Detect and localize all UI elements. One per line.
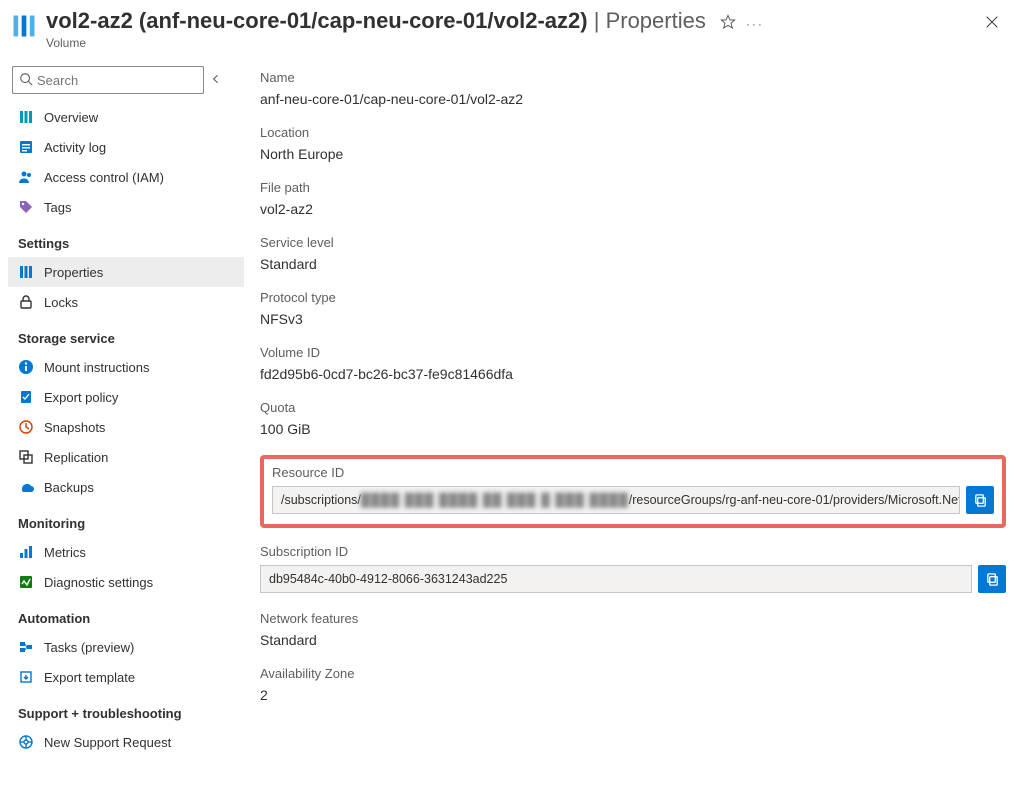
bars-icon (18, 264, 34, 280)
sidebar-group-support-troubleshooting: Support + troubleshooting (8, 692, 244, 727)
bars-icon (18, 109, 34, 125)
sidebar-item-label: Access control (IAM) (44, 170, 164, 185)
sidebar-item-label: Diagnostic settings (44, 575, 153, 590)
property-availability-zone: Availability Zone 2 (260, 666, 1006, 703)
people-icon (18, 169, 34, 185)
tasks-icon (18, 639, 34, 655)
sidebar-item-metrics[interactable]: Metrics (8, 537, 244, 567)
export-icon (18, 669, 34, 685)
volume-icon (10, 12, 38, 40)
sidebar-item-tasks-preview-[interactable]: Tasks (preview) (8, 632, 244, 662)
sidebar-item-export-template[interactable]: Export template (8, 662, 244, 692)
log-icon (18, 139, 34, 155)
sidebar-item-label: Overview (44, 110, 98, 125)
tag-icon (18, 199, 34, 215)
backup-icon (18, 479, 34, 495)
sidebar-item-label: Backups (44, 480, 94, 495)
search-box[interactable] (12, 66, 204, 94)
page-title: vol2-az2 (anf-neu-core-01/cap-neu-core-0… (46, 8, 706, 34)
copy-subscription-id-button[interactable] (978, 565, 1006, 593)
property-volume-id: Volume ID fd2d95b6-0cd7-bc26-bc37-fe9c81… (260, 345, 1006, 382)
search-input[interactable] (37, 73, 197, 88)
sidebar-group-storage-service: Storage service (8, 317, 244, 352)
sidebar-item-backups[interactable]: Backups (8, 472, 244, 502)
sidebar-item-export-policy[interactable]: Export policy (8, 382, 244, 412)
property-file-path: File path vol2-az2 (260, 180, 1006, 217)
sidebar-item-snapshots[interactable]: Snapshots (8, 412, 244, 442)
sidebar-item-overview[interactable]: Overview (8, 102, 244, 132)
resource-id-highlight: Resource ID /subscriptions/████ ███ ████… (260, 455, 1006, 528)
resource-id-field[interactable]: /subscriptions/████ ███ ████ ██ ███ █ ██… (272, 486, 960, 514)
property-protocol-type: Protocol type NFSv3 (260, 290, 1006, 327)
info-icon (18, 359, 34, 375)
support-icon (18, 734, 34, 750)
more-button[interactable]: ··· (746, 17, 764, 31)
property-quota: Quota 100 GiB (260, 400, 1006, 437)
policy-icon (18, 389, 34, 405)
sidebar-group-automation: Automation (8, 597, 244, 632)
sidebar-item-properties[interactable]: Properties (8, 257, 244, 287)
property-service-level: Service level Standard (260, 235, 1006, 272)
sidebar-item-label: Snapshots (44, 420, 105, 435)
property-network-features: Network features Standard (260, 611, 1006, 648)
property-subscription-id: Subscription ID db95484c-40b0-4912-8066-… (260, 544, 1006, 593)
sidebar-item-mount-instructions[interactable]: Mount instructions (8, 352, 244, 382)
replication-icon (18, 449, 34, 465)
sidebar-item-label: Replication (44, 450, 108, 465)
subscription-id-field[interactable]: db95484c-40b0-4912-8066-3631243ad225 (260, 565, 972, 593)
sidebar-item-replication[interactable]: Replication (8, 442, 244, 472)
sidebar-item-label: Tasks (preview) (44, 640, 134, 655)
sidebar-item-locks[interactable]: Locks (8, 287, 244, 317)
sidebar-item-activity-log[interactable]: Activity log (8, 132, 244, 162)
property-name: Name anf-neu-core-01/cap-neu-core-01/vol… (260, 70, 1006, 107)
sidebar-item-label: Export template (44, 670, 135, 685)
close-button[interactable] (984, 18, 1000, 33)
resource-id-label: Resource ID (272, 465, 994, 480)
property-location: Location North Europe (260, 125, 1006, 162)
metrics-icon (18, 544, 34, 560)
sidebar-item-label: Activity log (44, 140, 106, 155)
copy-resource-id-button[interactable] (966, 486, 994, 514)
sidebar-item-label: Export policy (44, 390, 118, 405)
properties-panel: Name anf-neu-core-01/cap-neu-core-01/vol… (244, 58, 1016, 801)
sidebar-item-new-support-request[interactable]: New Support Request (8, 727, 244, 757)
resource-type: Volume (46, 36, 706, 50)
resource-name: vol2-az2 (anf-neu-core-01/cap-neu-core-0… (46, 8, 588, 33)
snapshot-icon (18, 419, 34, 435)
sidebar-item-label: Properties (44, 265, 103, 280)
sidebar-group-settings: Settings (8, 222, 244, 257)
favorite-button[interactable] (720, 14, 736, 33)
lock-icon (18, 294, 34, 310)
sidebar-item-diagnostic-settings[interactable]: Diagnostic settings (8, 567, 244, 597)
blade-header: vol2-az2 (anf-neu-core-01/cap-neu-core-0… (8, 4, 1016, 58)
sidebar-item-label: New Support Request (44, 735, 171, 750)
collapse-sidebar-button[interactable] (210, 73, 222, 88)
sidebar-item-access-control-iam-[interactable]: Access control (IAM) (8, 162, 244, 192)
search-icon (19, 72, 37, 89)
sidebar-item-label: Tags (44, 200, 71, 215)
sidebar-item-tags[interactable]: Tags (8, 192, 244, 222)
sidebar-item-label: Mount instructions (44, 360, 150, 375)
sidebar-item-label: Metrics (44, 545, 86, 560)
sidebar-item-label: Locks (44, 295, 78, 310)
sidebar: Overview Activity log Access control (IAM)… (8, 58, 244, 801)
page-section: Properties (606, 8, 706, 33)
diagnostic-icon (18, 574, 34, 590)
sidebar-group-monitoring: Monitoring (8, 502, 244, 537)
